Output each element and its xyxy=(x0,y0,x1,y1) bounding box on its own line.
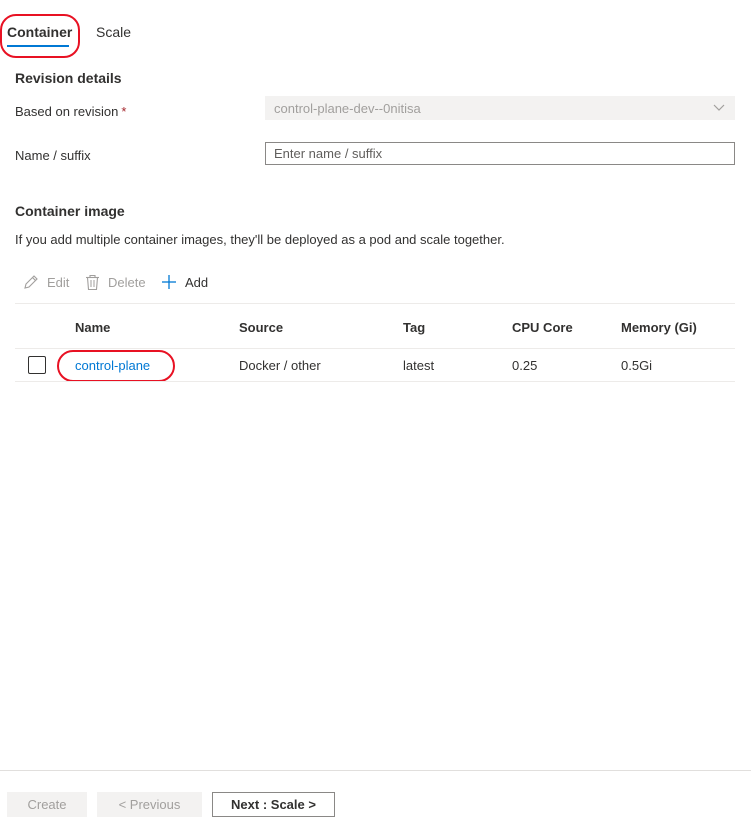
tab-selected-indicator xyxy=(7,45,69,47)
table-row-divider xyxy=(15,381,735,382)
based-on-revision-select[interactable]: control-plane-dev--0nitisa xyxy=(265,96,735,120)
container-source-cell: Docker / other xyxy=(239,358,321,373)
column-header-name[interactable]: Name xyxy=(75,320,110,335)
tab-scale[interactable]: Scale xyxy=(96,24,131,40)
edit-label: Edit xyxy=(47,275,70,290)
delete-label: Delete xyxy=(108,275,146,290)
name-suffix-label: Name / suffix xyxy=(15,148,91,163)
based-on-revision-label: Based on revision * xyxy=(15,104,126,119)
required-asterisk: * xyxy=(121,104,127,119)
container-image-heading: Container image xyxy=(15,203,125,219)
tab-container[interactable]: Container xyxy=(7,24,72,40)
create-button[interactable]: Create xyxy=(7,792,87,817)
table-top-border xyxy=(15,303,735,304)
table-header-divider xyxy=(15,348,735,349)
container-memory-cell: 0.5Gi xyxy=(621,358,653,373)
container-tag-cell: latest xyxy=(403,358,435,373)
chevron-down-icon xyxy=(713,104,725,111)
highlight-oval xyxy=(57,350,175,382)
add-button[interactable]: Add xyxy=(161,274,208,290)
name-suffix-input[interactable]: Enter name / suffix xyxy=(265,142,735,165)
column-header-cpu-core[interactable]: CPU Core xyxy=(512,320,573,335)
container-toolbar: Edit Delete Add xyxy=(15,270,735,298)
based-on-revision-value: control-plane-dev--0nitisa xyxy=(274,101,421,116)
trash-icon xyxy=(86,274,99,291)
next-scale-button[interactable]: Next : Scale > xyxy=(212,792,335,817)
row-checkbox[interactable] xyxy=(28,356,46,374)
tab-bar: Container Scale xyxy=(0,14,751,58)
revision-details-heading: Revision details xyxy=(15,70,122,86)
delete-button[interactable]: Delete xyxy=(85,274,146,291)
column-header-memory[interactable]: Memory (Gi) xyxy=(621,320,697,335)
edit-icon xyxy=(24,275,38,289)
based-on-revision-label-text: Based on revision xyxy=(15,104,119,119)
plus-icon xyxy=(162,275,176,289)
container-image-description: If you add multiple container images, th… xyxy=(15,232,505,247)
previous-button[interactable]: < Previous xyxy=(97,792,202,817)
column-header-tag[interactable]: Tag xyxy=(403,320,425,335)
column-header-source[interactable]: Source xyxy=(239,320,283,335)
edit-button[interactable]: Edit xyxy=(22,274,69,291)
add-label: Add xyxy=(185,274,209,290)
container-cpu-cell: 0.25 xyxy=(512,358,538,373)
footer-divider xyxy=(0,770,751,771)
